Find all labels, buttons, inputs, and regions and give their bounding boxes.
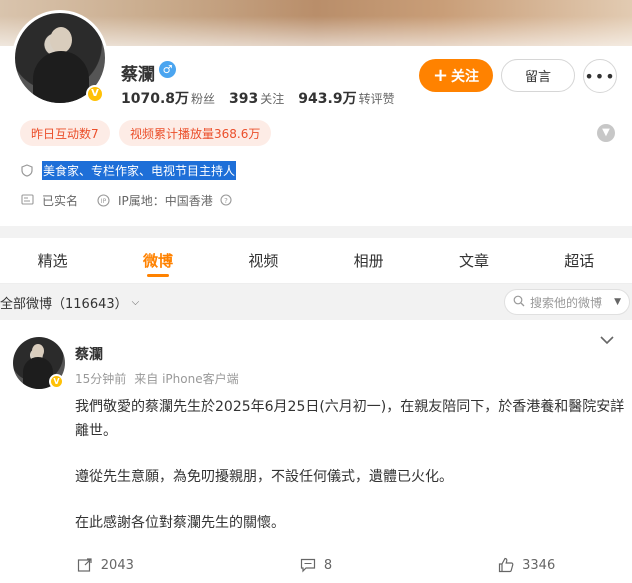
like-count: 3346 bbox=[522, 557, 556, 573]
followers-label: 粉丝 bbox=[191, 92, 216, 106]
tab-weibo[interactable]: 微博 bbox=[105, 238, 210, 283]
ip-location-icon: IP bbox=[96, 193, 110, 208]
post-actions: 2043 8 3346 bbox=[0, 553, 632, 577]
followers-count: 1070.8万 bbox=[121, 91, 190, 107]
profile-search-input[interactable]: 搜索他的微博 ▼ bbox=[504, 289, 630, 315]
profile-page: V 蔡瀾 ♂ 1070.8万 粉丝 393 关注 943.9万 转评赞 + 关注 留言… bbox=[0, 0, 632, 583]
tab-featured[interactable]: 精选 bbox=[0, 238, 105, 283]
comment-button[interactable]: 8 bbox=[211, 553, 422, 577]
post-paragraph: 在此感謝各位對蔡瀾先生的關懷。 bbox=[75, 515, 285, 531]
follow-button-label: 关注 bbox=[451, 68, 480, 85]
tab-supertopic[interactable]: 超话 bbox=[527, 238, 632, 283]
following-stat[interactable]: 393 关注 bbox=[229, 88, 284, 107]
search-placeholder: 搜索他的微博 bbox=[530, 295, 603, 310]
chevron-down-icon: ⌵ bbox=[131, 296, 140, 308]
following-count: 393 bbox=[229, 91, 259, 107]
tab-video[interactable]: 视频 bbox=[211, 238, 316, 283]
profile-name: 蔡瀾 bbox=[121, 65, 155, 85]
repost-count: 2043 bbox=[100, 557, 134, 573]
video-views-tag[interactable]: 视频累计播放量368.6万 bbox=[119, 120, 272, 146]
tab-articles[interactable]: 文章 bbox=[421, 238, 526, 283]
post-meta: 15分钟前 来自 iPhone客户端 bbox=[75, 370, 239, 387]
follow-button[interactable]: + 关注 bbox=[419, 59, 493, 92]
comment-icon bbox=[300, 557, 316, 573]
post-author-name[interactable]: 蔡瀾 bbox=[75, 344, 103, 364]
post-content: 我們敬愛的蔡瀾先生於2025年6月25日(六月初一)，在親友陪同下，於香港養和醫… bbox=[75, 395, 625, 557]
svg-text:?: ? bbox=[224, 197, 228, 205]
male-gender-icon: ♂ bbox=[159, 61, 176, 78]
like-button[interactable]: 3346 bbox=[421, 553, 632, 577]
ip-location: IP属地：中国香港 bbox=[118, 194, 213, 208]
caret-down-icon[interactable]: ▼ bbox=[614, 297, 621, 307]
post-paragraph: 遵從先生意願，為免叨擾親朋，不設任何儀式，遺體已火化。 bbox=[75, 469, 453, 485]
post-paragraph: 我們敬愛的蔡瀾先生於2025年6月25日(六月初一)，在親友陪同下，於香港養和醫… bbox=[75, 399, 625, 439]
profile-description-row: 美食家、专栏作家、电视节目主持人 bbox=[20, 161, 237, 180]
real-name-status: 已实名 bbox=[42, 194, 79, 208]
post-source: 来自 iPhone客户端 bbox=[134, 372, 239, 386]
help-icon[interactable]: ? bbox=[219, 193, 233, 208]
thumbs-up-icon bbox=[498, 557, 514, 573]
engagement-stat: 943.9万 转评赞 bbox=[298, 88, 394, 108]
id-card-icon bbox=[20, 193, 34, 208]
profile-meta-row: 已实名 IP IP属地：中国香港 ? bbox=[20, 192, 241, 209]
engagement-label: 转评赞 bbox=[358, 92, 395, 106]
repost-icon bbox=[77, 557, 93, 573]
feed-filter-dropdown[interactable]: 全部微博（116643） ⌵ bbox=[0, 293, 139, 312]
expand-chevron-icon[interactable]: ▼ bbox=[597, 124, 615, 142]
repost-button[interactable]: 2043 bbox=[0, 553, 211, 577]
tab-album[interactable]: 相册 bbox=[316, 238, 421, 283]
more-options-button[interactable]: ••• bbox=[583, 59, 617, 93]
plus-icon: + bbox=[432, 64, 449, 86]
comment-count: 8 bbox=[323, 557, 333, 573]
following-label: 关注 bbox=[260, 92, 285, 106]
section-divider bbox=[0, 226, 632, 238]
post-verified-badge-icon: V bbox=[49, 374, 64, 389]
shield-icon bbox=[20, 163, 34, 178]
feed-filter-label: 全部微博（116643） bbox=[0, 296, 128, 312]
profile-description: 美食家、专栏作家、电视节目主持人 bbox=[42, 161, 237, 180]
svg-text:IP: IP bbox=[100, 198, 106, 205]
followers-stat[interactable]: 1070.8万 粉丝 bbox=[121, 88, 215, 108]
daily-interaction-tag[interactable]: 昨日互动数7 bbox=[20, 120, 110, 146]
profile-stats: 1070.8万 粉丝 393 关注 943.9万 转评赞 bbox=[121, 88, 395, 108]
message-button[interactable]: 留言 bbox=[501, 59, 575, 92]
post-menu-chevron-icon[interactable] bbox=[600, 334, 614, 349]
engagement-count: 943.9万 bbox=[298, 91, 357, 107]
verified-badge-icon: V bbox=[86, 85, 104, 103]
post-time[interactable]: 15分钟前 bbox=[75, 370, 126, 387]
feed-filter-bar: 全部微博（116643） ⌵ 搜索他的微博 ▼ bbox=[0, 284, 632, 320]
profile-tabs: 精选 微博 视频 相册 文章 超话 bbox=[0, 238, 632, 284]
search-icon bbox=[513, 295, 525, 310]
